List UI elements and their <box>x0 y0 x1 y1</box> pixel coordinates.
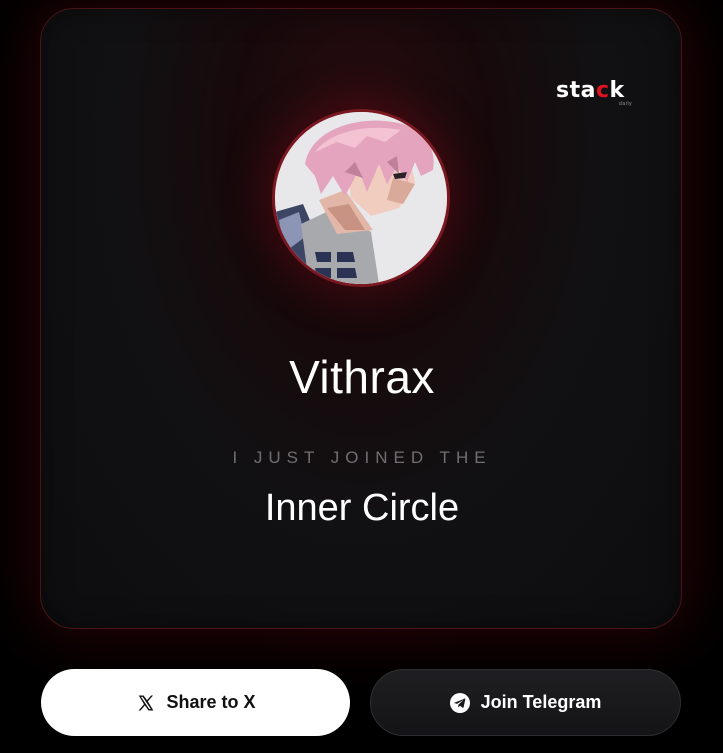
join-telegram-label: Join Telegram <box>480 692 602 712</box>
tagline: I JUST JOINED THE <box>232 448 492 467</box>
logo-wordmark: stack <box>556 78 625 103</box>
anime-avatar-illustration <box>275 112 447 284</box>
share-card: stack daily Vithrax I JUST JOINED THE In… <box>40 8 682 629</box>
group-name: Inner Circle <box>264 487 460 529</box>
share-to-x-label: Share to X <box>166 692 256 712</box>
x-logo-icon <box>135 693 155 713</box>
page-background: stack daily Vithrax I JUST JOINED THE In… <box>0 0 723 753</box>
logo-subtext: daily <box>619 101 633 107</box>
username: Vithrax <box>289 351 435 403</box>
avatar <box>272 109 450 287</box>
share-to-x-button[interactable]: Share to X <box>41 669 350 736</box>
telegram-icon <box>449 692 470 713</box>
join-telegram-button[interactable]: Join Telegram <box>370 669 681 736</box>
stack-daily-logo: stack daily <box>556 79 646 119</box>
